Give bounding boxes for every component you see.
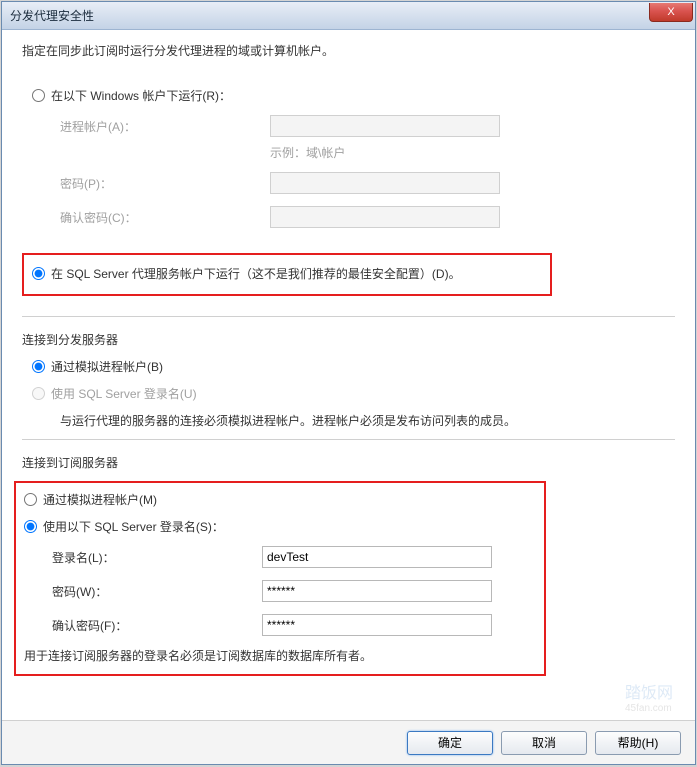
titlebar: 分发代理安全性 X xyxy=(2,2,695,30)
sub-login-fields: 登录名(L)： 密码(W)： 确认密码(F)： xyxy=(52,545,536,637)
run-windows-label: 在以下 Windows 帐户下运行(R)： xyxy=(51,87,231,104)
close-icon: X xyxy=(667,6,674,18)
sub-login-input[interactable] xyxy=(262,546,492,568)
sub-sqllogin-radio-row[interactable]: 使用以下 SQL Server 登录名(S)： xyxy=(24,518,536,535)
password-label: 密码(P)： xyxy=(60,175,270,192)
sub-confirm-password-input[interactable] xyxy=(262,614,492,636)
run-sql-agent-radio-row[interactable]: 在 SQL Server 代理服务帐户下运行（这不是我们推荐的最佳安全配置）(D… xyxy=(32,265,542,282)
sub-impersonate-label: 通过模拟进程帐户(M) xyxy=(43,491,157,508)
connect-distributor-title: 连接到分发服务器 xyxy=(22,331,675,348)
run-as-section: 在以下 Windows 帐户下运行(R)： 进程帐户(A)： 示例：域\帐户 密… xyxy=(32,87,675,296)
dist-sqllogin-radio-row: 使用 SQL Server 登录名(U) xyxy=(32,385,675,402)
divider-1 xyxy=(22,316,675,317)
cancel-button[interactable]: 取消 xyxy=(501,731,587,755)
close-button[interactable]: X xyxy=(649,3,693,22)
connect-subscriber-title: 连接到订阅服务器 xyxy=(22,454,675,471)
sub-note: 用于连接订阅服务器的登录名必须是订阅数据库的数据库所有者。 xyxy=(24,647,536,664)
dist-impersonate-radio-row[interactable]: 通过模拟进程帐户(B) xyxy=(32,358,675,375)
password-input xyxy=(270,172,500,194)
windows-fields: 进程帐户(A)： 示例：域\帐户 密码(P)： 确认密码(C)： xyxy=(60,114,675,229)
sub-login-label: 登录名(L)： xyxy=(52,549,262,566)
sub-sqllogin-radio[interactable] xyxy=(24,520,37,533)
process-account-label: 进程帐户(A)： xyxy=(60,118,270,135)
sub-impersonate-radio[interactable] xyxy=(24,493,37,506)
run-sql-agent-label: 在 SQL Server 代理服务帐户下运行（这不是我们推荐的最佳安全配置）(D… xyxy=(51,265,461,282)
run-windows-radio-row[interactable]: 在以下 Windows 帐户下运行(R)： xyxy=(32,87,675,104)
connect-subscriber-section: 连接到订阅服务器 通过模拟进程帐户(M) 使用以下 SQL Server 登录名… xyxy=(22,454,675,676)
dist-sqllogin-radio xyxy=(32,387,45,400)
description-text: 指定在同步此订阅时运行分发代理进程的域或计算机帐户。 xyxy=(22,42,675,59)
confirm-password-label: 确认密码(C)： xyxy=(60,209,270,226)
sub-password-label: 密码(W)： xyxy=(52,583,262,600)
window-title: 分发代理安全性 xyxy=(10,7,94,24)
run-windows-radio[interactable] xyxy=(32,89,45,102)
sub-password-input[interactable] xyxy=(262,580,492,602)
highlight-box-sql-agent: 在 SQL Server 代理服务帐户下运行（这不是我们推荐的最佳安全配置）(D… xyxy=(22,253,552,296)
button-bar: 确定 取消 帮助(H) xyxy=(2,720,695,764)
run-sql-agent-radio[interactable] xyxy=(32,267,45,280)
dist-note: 与运行代理的服务器的连接必须模拟进程帐户。进程帐户必须是发布访问列表的成员。 xyxy=(60,412,675,429)
dist-sqllogin-label: 使用 SQL Server 登录名(U) xyxy=(51,385,197,402)
sub-confirm-password-label: 确认密码(F)： xyxy=(52,617,262,634)
ok-button[interactable]: 确定 xyxy=(407,731,493,755)
help-button[interactable]: 帮助(H) xyxy=(595,731,681,755)
dialog-window: 分发代理安全性 X 指定在同步此订阅时运行分发代理进程的域或计算机帐户。 在以下… xyxy=(1,1,696,765)
process-account-input xyxy=(270,115,500,137)
dist-impersonate-label: 通过模拟进程帐户(B) xyxy=(51,358,163,375)
highlight-box-subscriber: 通过模拟进程帐户(M) 使用以下 SQL Server 登录名(S)： 登录名(… xyxy=(14,481,546,676)
divider-2 xyxy=(22,439,675,440)
connect-distributor-section: 连接到分发服务器 通过模拟进程帐户(B) 使用 SQL Server 登录名(U… xyxy=(22,331,675,429)
sub-sqllogin-label: 使用以下 SQL Server 登录名(S)： xyxy=(43,518,224,535)
process-account-hint: 示例：域\帐户 xyxy=(270,144,675,161)
dist-impersonate-radio[interactable] xyxy=(32,360,45,373)
sub-impersonate-radio-row[interactable]: 通过模拟进程帐户(M) xyxy=(24,491,536,508)
confirm-password-input xyxy=(270,206,500,228)
dialog-content: 指定在同步此订阅时运行分发代理进程的域或计算机帐户。 在以下 Windows 帐… xyxy=(2,30,695,720)
